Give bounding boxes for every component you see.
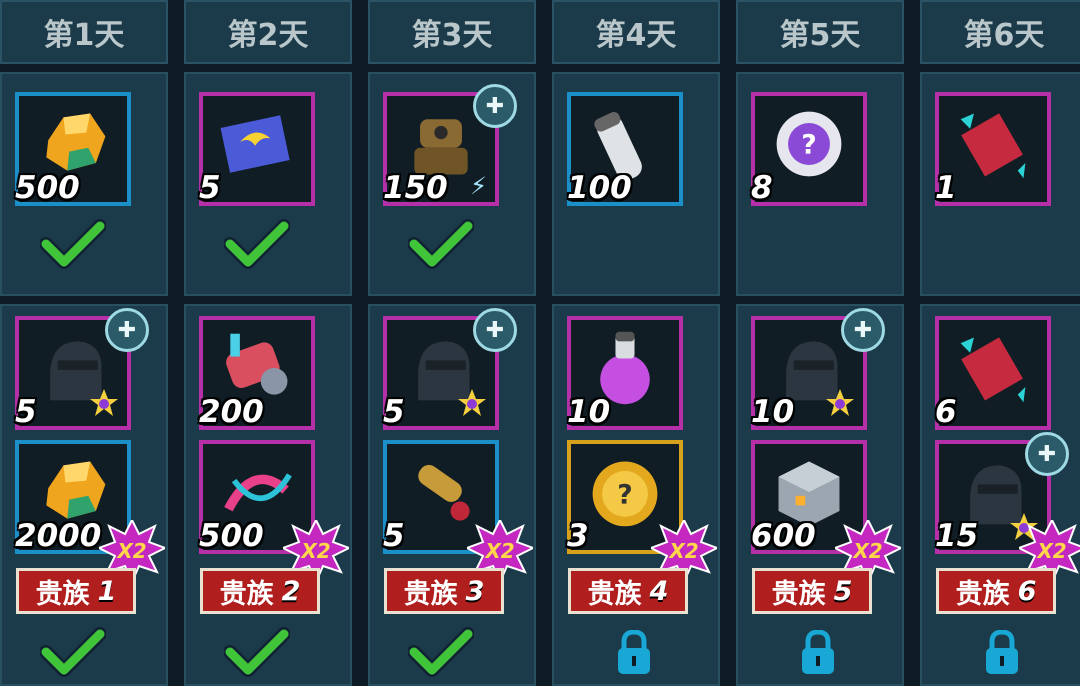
reward-quantity: 500: [15, 170, 80, 206]
puzzle-piece-icon: ✚: [473, 84, 517, 128]
puzzle-piece-icon: ✚: [841, 308, 885, 352]
vip-level-number: 2: [281, 575, 301, 607]
reward-slot[interactable]: 10 ✚: [751, 308, 885, 430]
reward-slot[interactable]: 5 X2: [383, 440, 533, 582]
claimed-check-icon: [223, 218, 291, 270]
vip-label: 贵族: [955, 578, 1010, 610]
vip-level-tag[interactable]: 贵族 2: [200, 568, 320, 614]
reward-slot[interactable]: 500: [15, 92, 131, 206]
day-header: 第5天: [736, 0, 904, 64]
svg-text:?: ?: [617, 479, 632, 510]
reward-slot[interactable]: 500 X2: [199, 440, 349, 582]
reward-slot[interactable]: 15 ✚ X2: [935, 432, 1080, 582]
reward-quantity: 6: [935, 394, 957, 430]
reward-quantity: 10: [567, 394, 611, 430]
reward-quantity: 150: [383, 170, 448, 206]
claimed-check-icon: [223, 626, 291, 678]
reward-slot[interactable]: 100: [567, 92, 683, 206]
reward-slot[interactable]: ? 3 X2: [567, 440, 717, 582]
reward-slot[interactable]: 6: [935, 316, 1051, 430]
lock-icon: [798, 629, 838, 676]
vip-label: 贵族: [219, 578, 274, 610]
vip-level-tag[interactable]: 贵族 1: [16, 568, 136, 614]
vip-level-number: 6: [1017, 575, 1037, 607]
vip-level-number: 4: [649, 575, 669, 607]
svg-text:X2: X2: [851, 539, 882, 563]
vip-level-tag[interactable]: 贵族 5: [752, 568, 872, 614]
reward-slot[interactable]: 200: [199, 316, 315, 430]
lock-icon: [982, 629, 1022, 676]
reward-quantity: 100: [567, 170, 632, 206]
day-header: 第6天: [920, 0, 1080, 64]
svg-text:X2: X2: [1035, 539, 1066, 563]
vip-level-tag[interactable]: 贵族 4: [568, 568, 688, 614]
day-header: 第1天: [0, 0, 168, 64]
reward-quantity: 5: [199, 170, 221, 206]
puzzle-piece-icon: ✚: [105, 308, 149, 352]
reward-quantity: 500: [199, 518, 264, 554]
day-column: 第3天 150 ✚ ⚡ 5 ✚ 5 X2 贵族 3: [368, 0, 536, 686]
day-header: 第3天: [368, 0, 536, 64]
claimed-check-icon: [39, 626, 107, 678]
reward-quantity: 5: [383, 518, 405, 554]
reward-slot[interactable]: 5 ✚: [383, 308, 517, 430]
reward-quantity: 3: [567, 518, 589, 554]
vip-level-tag[interactable]: 贵族 3: [384, 568, 504, 614]
day-header: 第4天: [552, 0, 720, 64]
reward-slot[interactable]: 5: [199, 92, 315, 206]
svg-text:X2: X2: [483, 539, 514, 563]
reward-quantity: 10: [751, 394, 795, 430]
vip-label: 贵族: [587, 578, 642, 610]
reward-quantity: 2000: [15, 518, 102, 554]
puzzle-piece-icon: ✚: [1025, 432, 1069, 476]
reward-slot[interactable]: ? 8: [751, 92, 867, 206]
vip-label: 贵族: [403, 578, 458, 610]
svg-text:X2: X2: [115, 539, 146, 563]
reward-quantity: 600: [751, 518, 816, 554]
reward-quantity: 15: [935, 518, 979, 554]
day-header: 第2天: [184, 0, 352, 64]
lock-icon: [614, 629, 654, 676]
reward-slot[interactable]: 5 ✚: [15, 308, 149, 430]
vip-level-number: 1: [97, 575, 117, 607]
day-column: 第4天 100 10? 3 X2 贵族 4: [552, 0, 720, 686]
svg-text:X2: X2: [299, 539, 330, 563]
vip-label: 贵族: [771, 578, 826, 610]
reward-slot[interactable]: 2000 X2: [15, 440, 165, 582]
day-column: 第6天 1 6 15 ✚ X2 贵族 6: [920, 0, 1080, 686]
day-column: 第2天 5 200 500 X2 贵族 2: [184, 0, 352, 686]
reward-slot[interactable]: 600 X2: [751, 440, 901, 582]
claimed-check-icon: [39, 218, 107, 270]
day-column: 第1天 500 5 ✚ 2000 X2 贵族 1: [0, 0, 168, 686]
reward-quantity: 5: [383, 394, 405, 430]
vip-label: 贵族: [35, 578, 90, 610]
reward-quantity: 8: [751, 170, 773, 206]
reward-slot[interactable]: 150 ✚ ⚡: [383, 84, 517, 206]
svg-text:X2: X2: [667, 539, 698, 563]
day-column: 第5天? 8 10 ✚ 600 X2 贵族 5: [736, 0, 904, 686]
claimed-check-icon: [407, 626, 475, 678]
svg-text:?: ?: [801, 130, 816, 161]
reward-slot[interactable]: 10: [567, 316, 683, 430]
reward-slot[interactable]: 1: [935, 92, 1051, 206]
lightning-icon: ⚡: [470, 172, 487, 200]
vip-level-tag[interactable]: 贵族 6: [936, 568, 1056, 614]
reward-quantity: 1: [935, 170, 957, 206]
claimed-check-icon: [407, 218, 475, 270]
vip-level-number: 3: [465, 575, 485, 607]
reward-quantity: 5: [15, 394, 37, 430]
reward-quantity: 200: [199, 394, 264, 430]
vip-level-number: 5: [833, 575, 853, 607]
puzzle-piece-icon: ✚: [473, 308, 517, 352]
